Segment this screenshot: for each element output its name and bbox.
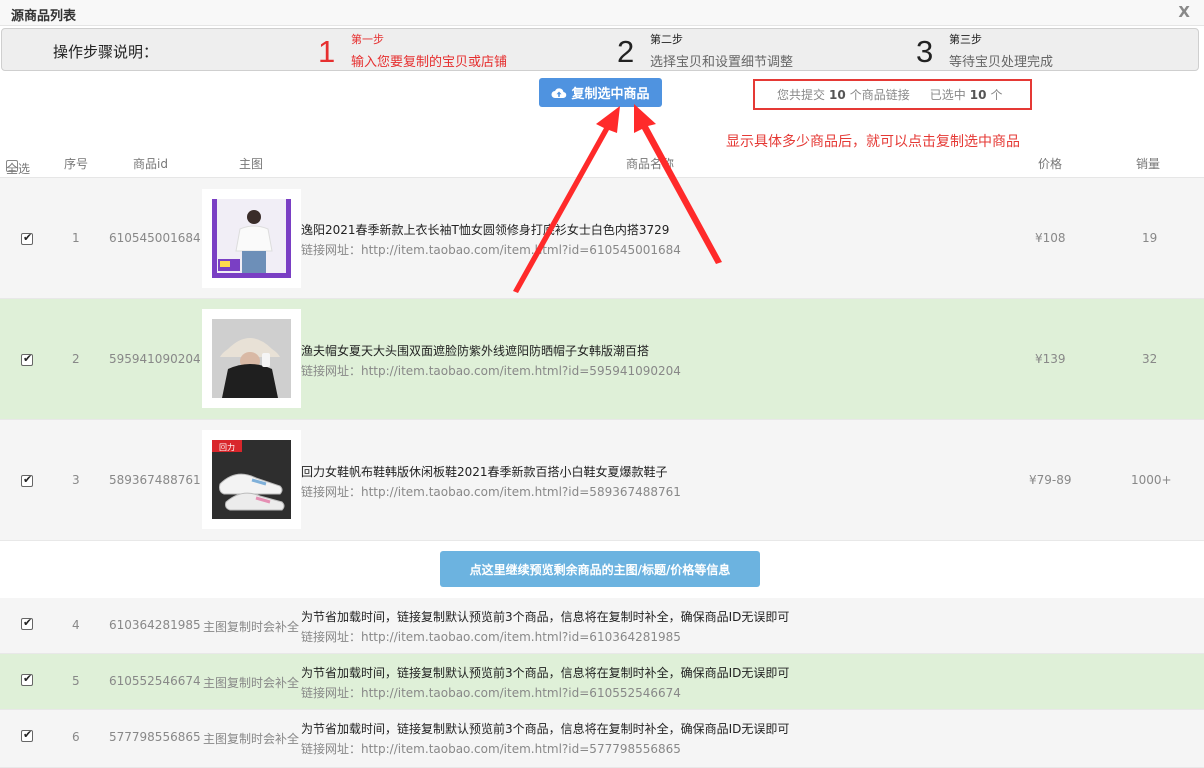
row-id: 577798556865	[109, 730, 201, 744]
product-sales: 19	[1142, 231, 1158, 245]
row-id: 610545001684	[109, 231, 201, 245]
product-price: ¥79-89	[1029, 473, 1072, 487]
product-thumbnail[interactable]	[202, 189, 301, 288]
summary-suffix: 个商品链接	[849, 88, 910, 102]
product-name[interactable]: 渔夫帽女夏天大头围双面遮脸防紫外线遮阳防晒帽子女韩版潮百搭	[301, 342, 649, 359]
header-name: 商品名称	[626, 157, 675, 171]
row-index: 4	[72, 618, 80, 632]
selected-count: 10	[969, 87, 987, 102]
table-header: 全选 序号 商品id 主图 商品名称 价格 销量	[0, 148, 1204, 178]
product-thumbnail[interactable]: 回力	[202, 430, 301, 529]
table-row[interactable]: 2 595941090204 渔夫帽女夏天大头围双面遮脸防紫外线遮阳防晒帽子女韩…	[0, 299, 1204, 420]
product-sales: 32	[1142, 352, 1158, 366]
image-pending-note: 主图复制时会补全	[203, 620, 300, 634]
product-name: 为节省加载时间，链接复制默认预览前3个商品，信息将在复制时补全，确保商品ID无误…	[301, 610, 790, 624]
row-id: 610364281985	[109, 618, 201, 632]
row-index: 5	[72, 674, 80, 688]
summary-count: 10	[829, 87, 846, 102]
step-title: 第二步	[650, 33, 683, 46]
row-checkbox[interactable]	[21, 231, 33, 245]
row-id: 595941090204	[109, 352, 201, 366]
step-desc: 选择宝贝和设置细节调整	[650, 55, 794, 70]
product-name: 为节省加载时间，链接复制默认预览前3个商品，信息将在复制时补全，确保商品ID无误…	[301, 666, 790, 680]
row-checkbox[interactable]	[21, 473, 33, 487]
close-icon[interactable]: X	[1178, 3, 1190, 21]
copy-selected-label: 复制选中商品	[571, 87, 650, 102]
step-number: 1	[318, 34, 336, 69]
product-link[interactable]: 链接网址：http://item.taobao.com/item.html?id…	[301, 483, 681, 500]
product-name[interactable]: 逸阳2021春季新款上衣长袖T恤女圆领修身打底衫女士白色内搭3729	[301, 221, 669, 238]
summary-prefix: 您共提交	[777, 88, 826, 102]
table-row[interactable]: 6 577798556865 主图复制时会补全 为节省加载时间，链接复制默认预览…	[0, 710, 1204, 768]
brand-logo-text: 回力	[219, 442, 235, 452]
source-product-list-dialog: 源商品列表 X 操作步骤说明： 1 第一步 输入您要复制的宝贝或店铺 2 第二步…	[0, 0, 1204, 768]
product-name: 为节省加载时间，链接复制默认预览前3个商品，信息将在复制时补全，确保商品ID无误…	[301, 722, 790, 736]
table-row[interactable]: 1 610545001684 逸阳2021春季新款上衣长袖T恤女圆领修身打底衫女…	[0, 178, 1204, 299]
product-link[interactable]: 链接网址：http://item.taobao.com/item.html?id…	[301, 628, 681, 645]
load-more-button[interactable]: 点这里继续预览剩余商品的主图/标题/价格等信息	[440, 551, 760, 587]
row-index: 3	[72, 473, 80, 487]
row-checkbox[interactable]	[21, 352, 33, 366]
product-image-tshirt	[212, 199, 291, 278]
row-index: 1	[72, 231, 80, 245]
header-sales: 销量	[1136, 157, 1161, 171]
step-number: 2	[617, 34, 635, 69]
row-checkbox[interactable]	[21, 728, 33, 742]
row-index: 2	[72, 352, 80, 366]
table-row[interactable]: 3 589367488761 回力 回力女鞋帆布鞋韩版休闲板鞋2021春季新款百…	[0, 420, 1204, 541]
product-name[interactable]: 回力女鞋帆布鞋韩版休闲板鞋2021春季新款百搭小白鞋女夏爆款鞋子	[301, 463, 668, 480]
step-desc: 等待宝贝处理完成	[949, 55, 1054, 70]
product-thumbnail[interactable]	[202, 309, 301, 408]
selection-summary: 您共提交 10 个商品链接 已选中 10 个	[753, 79, 1032, 110]
product-link[interactable]: 链接网址：http://item.taobao.com/item.html?id…	[301, 740, 681, 757]
product-image-bucket-hat	[212, 319, 291, 398]
product-link[interactable]: 链接网址：http://item.taobao.com/item.html?id…	[301, 684, 681, 701]
product-sales: 1000+	[1131, 473, 1172, 487]
product-link[interactable]: 链接网址：http://item.taobao.com/item.html?id…	[301, 362, 681, 379]
step-number: 3	[916, 34, 934, 69]
header-id: 商品id	[133, 157, 168, 171]
step-title: 第三步	[949, 33, 982, 46]
cloud-upload-icon	[551, 87, 567, 98]
image-pending-note: 主图复制时会补全	[203, 732, 300, 746]
row-id: 610552546674	[109, 674, 201, 688]
header-index: 序号	[64, 157, 89, 171]
product-link[interactable]: 链接网址：http://item.taobao.com/item.html?id…	[301, 241, 681, 258]
product-price: ¥139	[1035, 352, 1066, 366]
select-all-label: 全选	[6, 162, 31, 176]
header-price: 价格	[1038, 157, 1063, 171]
copy-selected-button[interactable]: 复制选中商品	[539, 78, 662, 107]
table-row[interactable]: 4 610364281985 主图复制时会补全 为节省加载时间，链接复制默认预览…	[0, 598, 1204, 654]
dialog-titlebar: 源商品列表 X	[0, 0, 1204, 26]
step-title: 第一步	[351, 33, 384, 46]
row-checkbox[interactable]	[21, 672, 33, 686]
selected-prefix: 已选中	[929, 88, 966, 102]
product-image-sneakers: 回力	[212, 440, 291, 519]
row-index: 6	[72, 730, 80, 744]
steps-label: 操作步骤说明：	[53, 43, 159, 61]
table-row[interactable]: 5 610552546674 主图复制时会补全 为节省加载时间，链接复制默认预览…	[0, 654, 1204, 710]
row-id: 589367488761	[109, 473, 201, 487]
dialog-title: 源商品列表	[11, 9, 77, 24]
header-image: 主图	[239, 157, 264, 171]
steps-panel: 操作步骤说明： 1 第一步 输入您要复制的宝贝或店铺 2 第二步 选择宝贝和设置…	[1, 28, 1199, 71]
selected-suffix: 个	[990, 88, 1003, 102]
row-checkbox[interactable]	[21, 616, 33, 630]
product-price: ¥108	[1035, 231, 1066, 245]
step-desc: 输入您要复制的宝贝或店铺	[351, 55, 508, 70]
image-pending-note: 主图复制时会补全	[203, 676, 300, 690]
